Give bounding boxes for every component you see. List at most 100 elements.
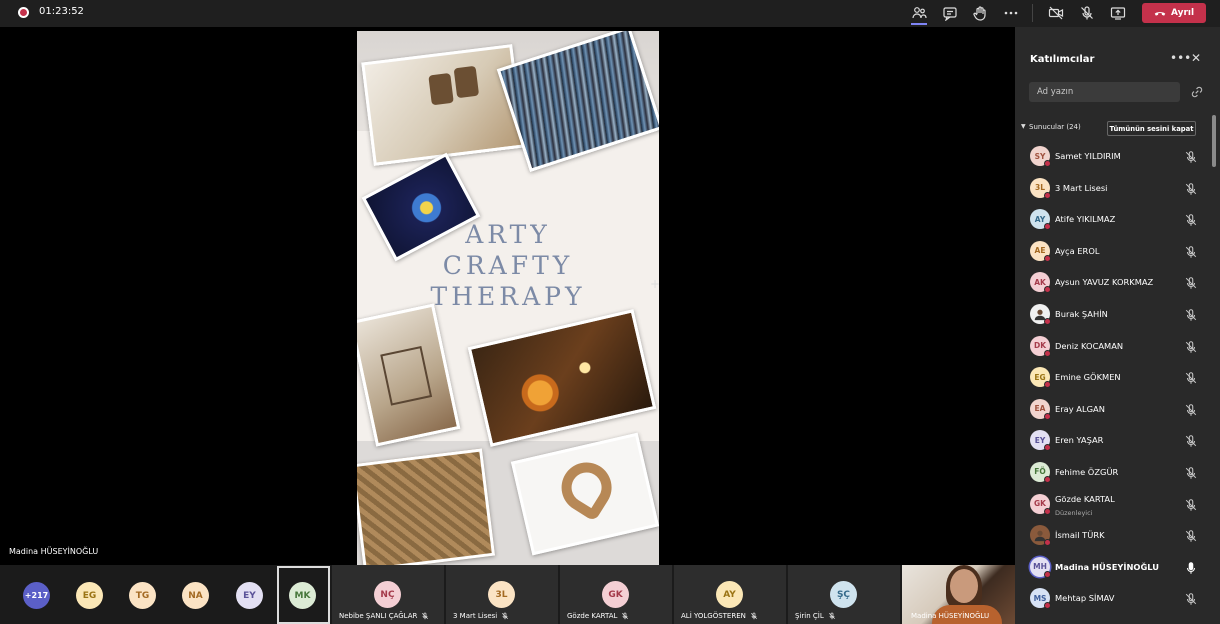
raise-hand-icon[interactable] (970, 4, 990, 22)
status-badge (1044, 539, 1051, 547)
participant-row[interactable]: MS Mehtap SİMAV (1015, 583, 1220, 615)
status-badge (1044, 475, 1051, 483)
participant-row[interactable]: AY Atife YIKILMAZ (1015, 204, 1220, 236)
gallery-tile[interactable]: ŞÇ Şirin ÇİL (788, 565, 900, 624)
mic-off-icon (622, 612, 629, 620)
camera-off-icon[interactable] (1046, 4, 1066, 22)
status-badge (1044, 349, 1051, 357)
gallery-tile-name-text: Şirin ÇİL (795, 612, 824, 620)
participants-icon[interactable] (909, 4, 929, 25)
mic-off-icon[interactable] (1184, 433, 1198, 448)
participant-row[interactable]: Burak ŞAHİN (1015, 299, 1220, 331)
mic-icon[interactable] (1184, 560, 1198, 574)
mute-all-button[interactable]: Tümünün sesini kapat (1107, 121, 1196, 136)
chat-icon[interactable] (940, 4, 960, 22)
status-badge (1044, 317, 1051, 325)
avatar: 3L (488, 581, 515, 608)
wicker-baskets-photo (357, 448, 496, 565)
recording-icon (18, 7, 29, 18)
gallery-tile[interactable]: 3L 3 Mart Lisesi (446, 565, 558, 624)
more-options-icon[interactable] (1001, 4, 1021, 22)
participant-search-input[interactable] (1029, 82, 1180, 102)
gallery-avatar[interactable]: EG (76, 582, 103, 609)
gallery-tile[interactable]: GK Gözde KARTAL (560, 565, 672, 624)
participant-name: Mehtap SİMAV (1055, 593, 1115, 604)
participant-row[interactable]: MH Madina HÜSEYİNOĞLU (1015, 552, 1220, 584)
panel-close-icon[interactable]: ✕ (1191, 51, 1201, 65)
mic-off-icon[interactable] (1184, 591, 1198, 605)
participant-row[interactable]: DK Deniz KOCAMAN (1015, 331, 1220, 363)
participant-name: İsmail TÜRK (1055, 530, 1105, 541)
mic-off-icon[interactable] (1184, 497, 1198, 511)
share-invite-link-icon[interactable] (1190, 85, 1204, 99)
more-participants-button[interactable]: +217 (23, 582, 50, 609)
gallery-avatar[interactable]: EY (236, 582, 263, 609)
participant-row[interactable]: AK Aysun YAVUZ KORKMAZ (1015, 267, 1220, 299)
participant-row[interactable]: EG Emine GÖKMEN (1015, 362, 1220, 394)
toolbar-divider (1032, 4, 1033, 22)
participant-row[interactable]: EY Eren YAŞAR (1015, 425, 1220, 457)
mic-off-icon[interactable] (1184, 402, 1198, 416)
participant-row[interactable]: FÖ Fehime ÖZGÜR (1015, 457, 1220, 489)
mic-off-icon[interactable] (1184, 212, 1198, 226)
slide-title-line-2: CRAFTY (442, 251, 574, 280)
participant-name: Madina HÜSEYİNOĞLU (1055, 561, 1159, 572)
gallery-tile-name-text: 3 Mart Lisesi (453, 612, 498, 620)
participant-row[interactable]: İsmail TÜRK (1015, 520, 1220, 552)
thread-spools-photo (361, 44, 525, 166)
panel-title: Katılımcılar (1030, 54, 1095, 65)
avatar: AY (716, 581, 743, 608)
share-screen-icon[interactable] (1108, 4, 1128, 22)
meeting-toolbar: 01:23:52 Ayrıl (0, 0, 1220, 27)
gallery-avatar[interactable]: NA (182, 582, 209, 609)
participant-name: Samet YILDIRIM (1055, 151, 1121, 161)
self-video-name: Madina HÜSEYİNOĞLU (911, 612, 990, 620)
status-badge (1044, 191, 1051, 199)
self-video-tile[interactable]: Madina HÜSEYİNOĞLU (902, 565, 1015, 624)
presenters-section-header[interactable]: ▼ Sunucular (24) Tümünün sesini kapat (1021, 121, 1211, 137)
status-badge (1044, 160, 1051, 167)
mic-off-icon[interactable] (1184, 275, 1198, 290)
leave-button[interactable]: Ayrıl (1142, 3, 1206, 23)
participant-name: Aysun YAVUZ KORKMAZ (1055, 277, 1154, 288)
mic-off-icon[interactable] (1184, 370, 1198, 384)
participant-row[interactable]: AE Ayça EROL (1015, 236, 1220, 268)
cursor-crosshair-icon: + (650, 277, 661, 291)
gallery-avatar[interactable]: TG (129, 582, 156, 609)
gallery-tile[interactable]: NÇ Nebibe ŞANLI ÇAĞLAR (332, 565, 444, 624)
participant-name: 3 Mart Lisesi (1055, 182, 1108, 193)
slide-title-line-1: ARTY (465, 220, 551, 249)
chevron-down-icon[interactable]: ▼ (1021, 123, 1026, 130)
participant-row[interactable]: EA Eray ALGAN (1015, 394, 1220, 426)
mic-off-icon[interactable] (1184, 465, 1198, 479)
mic-off-icon[interactable] (1184, 307, 1198, 321)
status-badge (1044, 286, 1051, 294)
status-badge (1044, 602, 1051, 610)
mic-off-icon (422, 612, 429, 620)
participant-name: Eren YAŞAR (1055, 435, 1104, 446)
gallery-avatar[interactable]: MK (289, 582, 316, 609)
gallery-tile[interactable]: AY ALİ YOLGÖSTEREN (674, 565, 786, 624)
gallery-tile-name: 3 Mart Lisesi (453, 612, 509, 620)
participant-role: Düzenleyici (1055, 508, 1093, 517)
panel-more-icon[interactable]: ••• (1170, 51, 1191, 65)
mic-off-icon (750, 612, 757, 620)
participant-row[interactable]: SY Samet YILDIRIM (1015, 141, 1220, 173)
participant-name: Burak ŞAHİN (1055, 308, 1108, 319)
mic-off-icon[interactable] (1184, 528, 1198, 542)
status-badge (1044, 254, 1051, 262)
status-badge (1044, 223, 1051, 231)
participant-row[interactable]: GK Gözde KARTAL Düzenleyici (1015, 489, 1220, 521)
participant-name: Eray ALGAN (1055, 403, 1105, 414)
mic-off-icon[interactable] (1184, 339, 1198, 353)
mic-off-icon[interactable] (1184, 244, 1198, 258)
presenters-section-label: Sunucular (24) (1029, 123, 1081, 131)
mic-off-icon[interactable] (1184, 181, 1198, 195)
mic-off-icon (502, 612, 509, 620)
mic-off-icon (828, 612, 835, 620)
mic-off-icon[interactable] (1184, 149, 1198, 163)
avatar: NÇ (374, 581, 401, 608)
participant-row[interactable]: 3L 3 Mart Lisesi (1015, 173, 1220, 205)
mic-off-icon[interactable] (1077, 4, 1097, 22)
participant-name: Ayça EROL (1055, 245, 1100, 256)
